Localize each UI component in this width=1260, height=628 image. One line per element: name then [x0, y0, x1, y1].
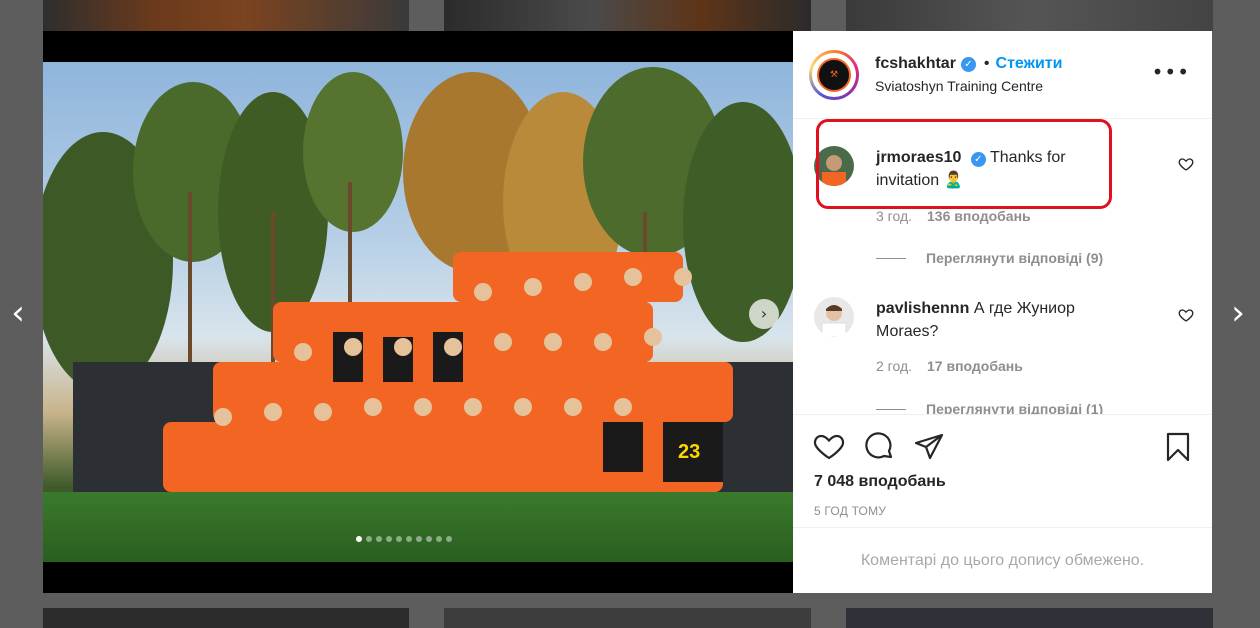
heart-icon[interactable]	[1178, 307, 1194, 323]
post-timestamp[interactable]: 5 ГОД ТОМУ	[814, 504, 886, 518]
comment-time[interactable]: 3 год.	[876, 208, 912, 224]
separator-bullet: •	[983, 55, 990, 72]
carousel-dot[interactable]	[356, 536, 362, 542]
background-post-thumbnail[interactable]	[444, 0, 811, 31]
carousel-dot[interactable]	[446, 536, 452, 542]
background-post-thumbnail[interactable]	[43, 0, 409, 31]
comment-username[interactable]: pavlishennn	[876, 300, 969, 317]
background-post-thumbnail[interactable]	[846, 608, 1213, 628]
comment-bubble-icon[interactable]	[863, 431, 895, 463]
highlight-annotation	[816, 119, 1112, 209]
carousel-dot[interactable]	[366, 536, 372, 542]
carousel-dot[interactable]	[436, 536, 442, 542]
verified-badge-icon: ✓	[960, 56, 976, 72]
heart-icon[interactable]	[813, 431, 845, 463]
paper-plane-icon[interactable]	[913, 431, 945, 463]
view-replies-button[interactable]: Переглянути відповіді (1)	[876, 401, 1103, 414]
carousel-dot[interactable]	[386, 536, 392, 542]
team-players: 23 shakh	[163, 252, 733, 492]
post-username[interactable]: fcshakhtar	[875, 55, 956, 73]
view-replies-label: Переглянути відповіді (9)	[926, 250, 1104, 266]
carousel-dots	[356, 536, 452, 542]
carousel-dot[interactable]	[376, 536, 382, 542]
background-post-thumbnail[interactable]	[43, 608, 409, 628]
chevron-left-icon[interactable]: ‹	[3, 296, 33, 330]
post-sidebar: ⚒ fcshakhtar ✓ • Стежити Sviatoshyn Trai…	[793, 31, 1212, 593]
shakhtar-crest-icon: ⚒	[817, 57, 851, 92]
more-options-icon[interactable]: •••	[1152, 62, 1190, 82]
chevron-right-icon[interactable]: ›	[749, 299, 779, 329]
player-number: 23	[678, 441, 700, 463]
post-actions: 7 048 вподобань 5 ГОД ТОМУ Коментарі до …	[793, 414, 1212, 593]
carousel-dot[interactable]	[406, 536, 412, 542]
follow-button[interactable]: Стежити	[996, 55, 1063, 73]
post-header: ⚒ fcshakhtar ✓ • Стежити Sviatoshyn Trai…	[793, 31, 1212, 119]
post-location[interactable]: Sviatoshyn Training Centre	[875, 78, 1062, 94]
avatar[interactable]	[814, 297, 854, 337]
background-post-thumbnail[interactable]	[846, 0, 1213, 31]
comment-likes[interactable]: 17 вподобань	[927, 358, 1023, 374]
chevron-right-icon[interactable]: ›	[1223, 296, 1253, 330]
like-count[interactable]: 7 048 вподобань	[814, 473, 946, 491]
view-replies-label: Переглянути відповіді (1)	[926, 401, 1104, 414]
avatar[interactable]: ⚒	[809, 49, 859, 100]
team-photo: 23 shakh	[43, 62, 793, 562]
heart-icon[interactable]	[1178, 156, 1194, 172]
comments-restricted-notice: Коментарі до цього допису обмежено.	[793, 527, 1212, 594]
carousel-dot[interactable]	[426, 536, 432, 542]
background-post-thumbnail[interactable]	[444, 608, 811, 628]
post-media: 23 shakh ›	[43, 31, 793, 593]
comment-likes[interactable]: 136 вподобань	[927, 208, 1031, 224]
carousel-dot[interactable]	[396, 536, 402, 542]
comment-time[interactable]: 2 год.	[876, 358, 912, 374]
view-replies-button[interactable]: Переглянути відповіді (9)	[876, 250, 1103, 266]
post-modal: 23 shakh › ⚒ fcshakhtar ✓ • Стежити Svia…	[43, 31, 1212, 593]
bookmark-icon[interactable]	[1162, 431, 1194, 463]
carousel-dot[interactable]	[416, 536, 422, 542]
